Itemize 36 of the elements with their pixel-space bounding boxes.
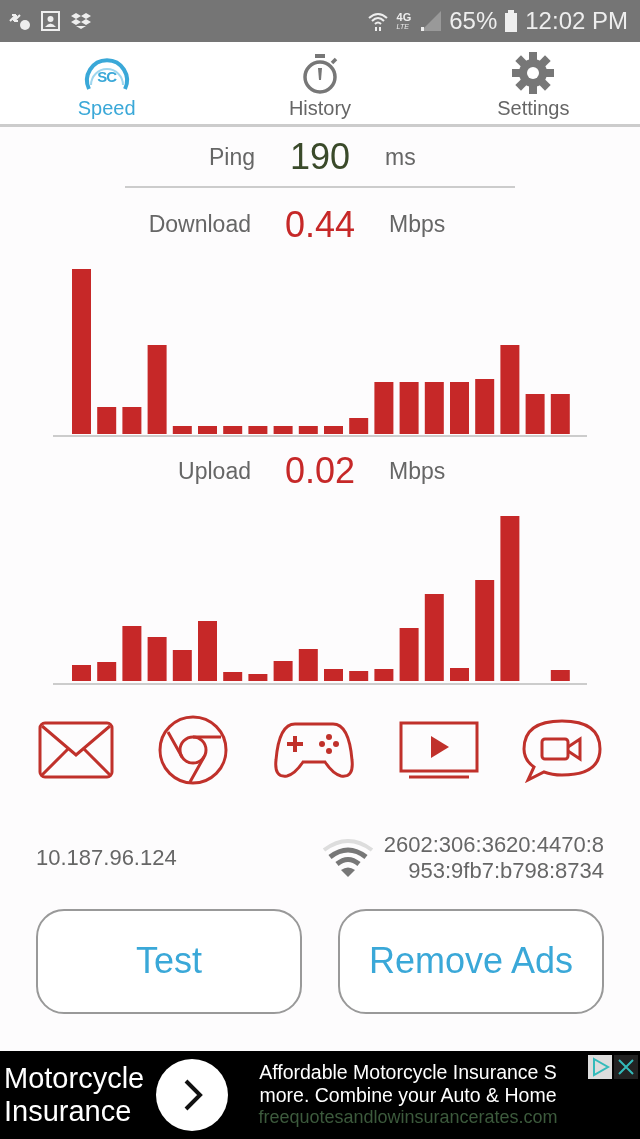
tab[interactable]: Settings xyxy=(426,41,640,125)
ad-headline: Insurance xyxy=(4,1094,133,1128)
ad-url: freequotesandlowinsurancerates.com xyxy=(258,1107,558,1129)
ping-label: Ping xyxy=(208,143,255,171)
chevron-button[interactable] xyxy=(156,1058,228,1131)
battery-icon xyxy=(505,9,518,32)
clock: 12:02 PM xyxy=(525,6,628,35)
contact-card-icon xyxy=(40,9,62,32)
wifi-icon xyxy=(321,838,374,879)
download-unit: Mbps xyxy=(389,211,446,239)
video-screen-icon[interactable] xyxy=(398,720,479,779)
ad-banner[interactable]: Motorcycle Insurance Affordable Motorcycle Insurance S more. Combine your Auto & Home freequotesandlowinsurancerates.com xyxy=(0,1050,640,1139)
ipv6-address-line: 2602:306:3620:4470:8 xyxy=(383,832,604,859)
signal-icon xyxy=(419,10,442,31)
ad-text: Affordable Motorcycle Insurance S xyxy=(259,1060,557,1084)
mail-icon[interactable] xyxy=(37,720,114,779)
upload-label: Upload xyxy=(178,457,251,485)
settings-icon xyxy=(511,51,556,96)
battery-percent: 65% xyxy=(449,6,498,35)
ad-choices-icon[interactable] xyxy=(588,1054,612,1079)
ip-address: 10.187.96.124 xyxy=(36,845,177,872)
download-label: Download xyxy=(148,211,251,239)
network-type: 4G xyxy=(396,11,412,23)
upload-unit: Mbps xyxy=(389,457,446,485)
ad-text: more. Combine your Auto & Home xyxy=(259,1083,557,1108)
download-value: 0.44 xyxy=(284,203,356,246)
box-icon xyxy=(70,10,92,31)
speedometer-logo: SC xyxy=(80,55,133,96)
upload-value: 0.02 xyxy=(284,450,356,493)
browser-icon[interactable] xyxy=(157,713,230,786)
close-icon[interactable] xyxy=(614,1054,638,1079)
tab[interactable]: History xyxy=(213,41,427,125)
ping-unit: ms xyxy=(385,143,416,171)
ipv6-address-line: 953:9fb7:b798:8734 xyxy=(408,858,604,885)
ping-value: 190 xyxy=(289,136,351,179)
ad-headline: Motorcycle xyxy=(4,1062,146,1095)
